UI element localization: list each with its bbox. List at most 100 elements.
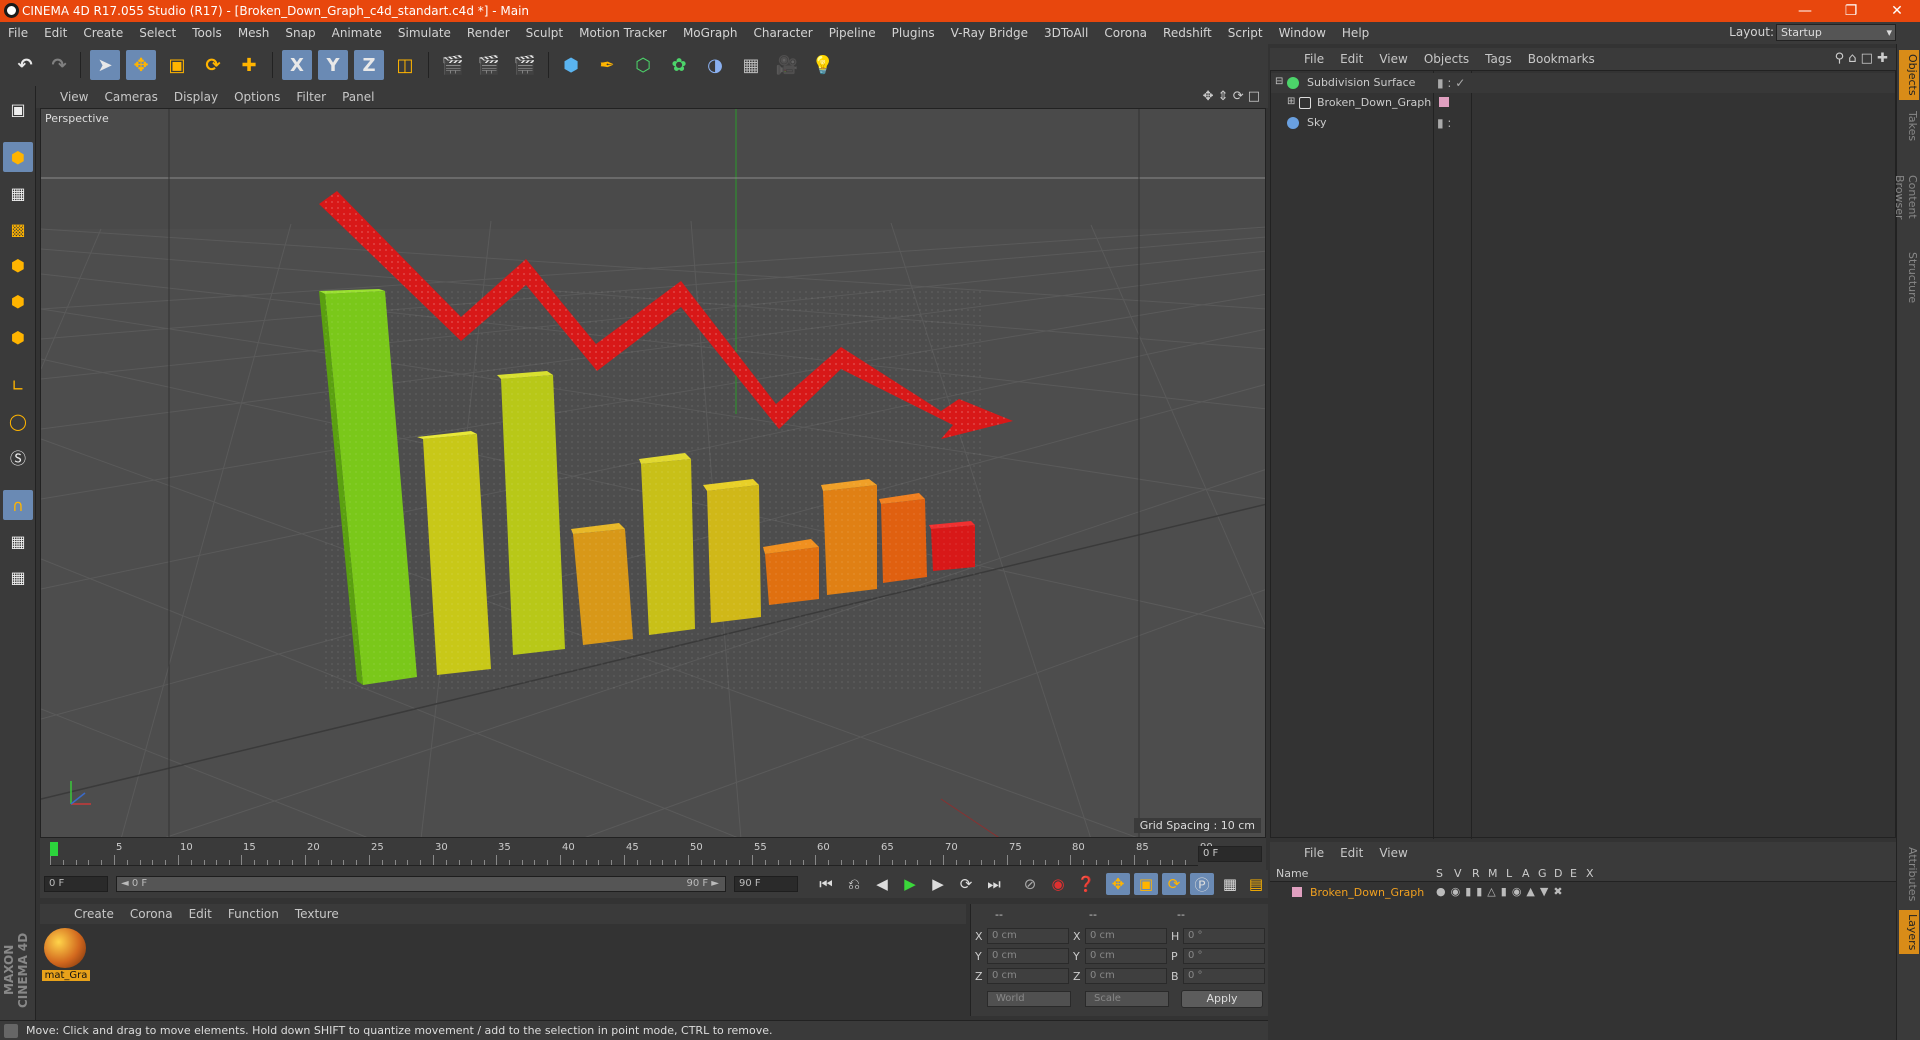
menu-window[interactable]: Window xyxy=(1271,26,1334,40)
menu-redshift[interactable]: Redshift xyxy=(1155,26,1220,40)
key-pla-button[interactable]: ▦ xyxy=(1218,873,1242,895)
layer-row[interactable]: Broken_Down_Graph ●◉▮▮△▮◉▲▼✖ xyxy=(1270,884,1894,902)
camera-button[interactable]: 🎥 xyxy=(772,50,802,80)
key-rotation-button[interactable]: ⟳ xyxy=(1162,873,1186,895)
rotate-tool-button[interactable]: ⟳ xyxy=(198,50,228,80)
menu-simulate[interactable]: Simulate xyxy=(390,26,459,40)
key-parameter-button[interactable]: Ⓟ xyxy=(1190,873,1214,895)
tab-content-browser[interactable]: Content Browser xyxy=(1893,152,1919,242)
current-frame-field[interactable]: 0 F xyxy=(1198,846,1262,862)
position-z-field[interactable]: 0 cm xyxy=(987,968,1069,984)
key-scale-button[interactable]: ▣ xyxy=(1134,873,1158,895)
menu-create[interactable]: Create xyxy=(75,26,131,40)
visibility-dots[interactable]: ▮ : xyxy=(1437,116,1451,130)
locked-workplane-button[interactable]: ▦ xyxy=(3,526,33,556)
scale-tool-button[interactable]: ▣ xyxy=(162,50,192,80)
tab-layers[interactable]: Layers xyxy=(1899,910,1919,954)
rotation-b-field[interactable]: 0 ° xyxy=(1183,968,1265,984)
visibility-dots[interactable]: ▮ : ✓ xyxy=(1437,76,1465,90)
viewport-menu-filter[interactable]: Filter xyxy=(288,90,334,104)
viewport[interactable]: Perspective Grid Spacing : 10 cm xyxy=(40,108,1266,838)
size-z-field[interactable]: 0 cm xyxy=(1085,968,1167,984)
material-menu-create[interactable]: Create xyxy=(66,907,122,921)
menu-help[interactable]: Help xyxy=(1334,26,1377,40)
objects-menu-tags[interactable]: Tags xyxy=(1477,52,1520,66)
layout-select[interactable]: Startup ▾ xyxy=(1776,24,1896,41)
keyframe-selection-button[interactable]: ❓ xyxy=(1074,873,1098,895)
goto-start-button[interactable]: ⏮ xyxy=(814,873,838,895)
prev-frame-button[interactable]: ◀ xyxy=(870,873,894,895)
points-mode-button[interactable]: ⬢ xyxy=(3,250,33,280)
objects-menu-file[interactable]: File xyxy=(1296,52,1332,66)
menu-render[interactable]: Render xyxy=(459,26,518,40)
viewport-menu-display[interactable]: Display xyxy=(166,90,226,104)
tab-structure[interactable]: Structure xyxy=(1899,248,1919,308)
axis-mode-button[interactable]: ∟ xyxy=(3,370,33,400)
magnet-button[interactable]: ∩ xyxy=(3,490,33,520)
redo-button[interactable]: ↷ xyxy=(44,50,74,80)
position-x-field[interactable]: 0 cm xyxy=(987,928,1069,944)
layers-menu-view[interactable]: View xyxy=(1371,846,1415,860)
texture-mode-button[interactable]: ▦ xyxy=(3,178,33,208)
workplane-mode-button[interactable]: ▩ xyxy=(3,214,33,244)
layers-menu-file[interactable]: File xyxy=(1296,846,1332,860)
live-selection-button[interactable]: ➤ xyxy=(90,50,120,80)
z-axis-button[interactable]: Z xyxy=(354,50,384,80)
expand-icon[interactable]: ⊞ xyxy=(1287,96,1295,107)
object-row-subdivision-surface[interactable]: ⊟ Subdivision Surface ▮ : ✓ xyxy=(1271,73,1895,93)
material-menu-edit[interactable]: Edit xyxy=(181,907,220,921)
prev-key-button[interactable]: ⎌ xyxy=(842,873,866,895)
objects-menu-edit[interactable]: Edit xyxy=(1332,52,1371,66)
menu-sculpt[interactable]: Sculpt xyxy=(518,26,571,40)
subdivision-button[interactable]: ⬡ xyxy=(628,50,658,80)
undo-button[interactable]: ↶ xyxy=(10,50,40,80)
menu-corona[interactable]: Corona xyxy=(1096,26,1155,40)
play-button[interactable]: ▶ xyxy=(898,873,922,895)
size-y-field[interactable]: 0 cm xyxy=(1085,948,1167,964)
menu-motion-tracker[interactable]: Motion Tracker xyxy=(571,26,675,40)
position-y-field[interactable]: 0 cm xyxy=(987,948,1069,964)
planar-workplane-button[interactable]: ▦ xyxy=(3,562,33,592)
objects-menu-view[interactable]: View xyxy=(1371,52,1415,66)
timeline-ruler[interactable]: 051015202530354045505560657075808590 xyxy=(50,842,1213,866)
array-button[interactable]: ✿ xyxy=(664,50,694,80)
coordinate-mode-select[interactable]: World xyxy=(987,991,1071,1007)
object-row-broken-down-graph[interactable]: ⊞ Broken_Down_Graph xyxy=(1271,93,1895,113)
coordinate-system-button[interactable]: ◫ xyxy=(390,50,420,80)
floor-button[interactable]: ▦ xyxy=(736,50,766,80)
timeline[interactable]: 051015202530354045505560657075808590 0 F xyxy=(40,838,1266,870)
move-tool-button[interactable]: ✥ xyxy=(126,50,156,80)
viewport-menu-options[interactable]: Options xyxy=(226,90,288,104)
next-frame-button[interactable]: ▶ xyxy=(926,873,950,895)
y-axis-button[interactable]: Y xyxy=(318,50,348,80)
menu-animate[interactable]: Animate xyxy=(324,26,390,40)
recent-tool-button[interactable]: ✚ xyxy=(234,50,264,80)
rotation-h-field[interactable]: 0 ° xyxy=(1183,928,1265,944)
polygons-mode-button[interactable]: ⬢ xyxy=(3,322,33,352)
material-menu-function[interactable]: Function xyxy=(220,907,287,921)
object-row-sky[interactable]: Sky ▮ : xyxy=(1271,113,1895,133)
layer-color-swatch[interactable] xyxy=(1292,887,1302,897)
objects-menu-bookmarks[interactable]: Bookmarks xyxy=(1520,52,1603,66)
menu-character[interactable]: Character xyxy=(745,26,820,40)
light-button[interactable]: 💡 xyxy=(808,50,838,80)
menu-file[interactable]: File xyxy=(0,26,36,40)
autokey-button[interactable]: ◉ xyxy=(1046,873,1070,895)
playhead[interactable] xyxy=(50,842,58,856)
menu-tools[interactable]: Tools xyxy=(184,26,230,40)
tweak-mode-button[interactable]: ◯ xyxy=(3,406,33,436)
viewport-menu-view[interactable]: View xyxy=(52,90,96,104)
search-icon[interactable]: ⚲ ⌂ □ ✚ xyxy=(1835,51,1888,66)
x-axis-button[interactable]: X xyxy=(282,50,312,80)
menu-pipeline[interactable]: Pipeline xyxy=(821,26,884,40)
menu-3dtoall[interactable]: 3DToAll xyxy=(1036,26,1096,40)
end-frame-field[interactable]: 90 F xyxy=(734,876,798,892)
viewport-menu-cameras[interactable]: Cameras xyxy=(96,90,165,104)
edges-mode-button[interactable]: ⬢ xyxy=(3,286,33,316)
frame-range-slider[interactable]: ◄ 0 F 90 F ► xyxy=(116,876,726,892)
model-mode-button[interactable]: ⬢ xyxy=(3,142,33,172)
viewport-nav-icons[interactable]: ✥ ⇕ ⟳ □ xyxy=(1203,89,1260,104)
collapse-icon[interactable]: ⊟ xyxy=(1275,76,1283,87)
objects-menu-objects[interactable]: Objects xyxy=(1416,52,1477,66)
layer-toggle-icons[interactable]: ●◉▮▮△▮◉▲▼✖ xyxy=(1436,885,1568,898)
